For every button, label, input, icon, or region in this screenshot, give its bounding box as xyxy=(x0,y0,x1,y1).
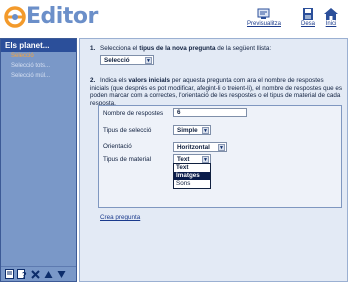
material-type-dropdown: Text Imatges Sons xyxy=(173,163,211,189)
orientation-label: Orientació xyxy=(103,143,132,150)
initial-values-form: Nombre de respostes Tipus de selecció Or… xyxy=(98,105,342,208)
chevron-down-icon: ▼ xyxy=(145,57,152,64)
sidebar-item-selection-multiple[interactable]: Selecció múl... xyxy=(1,72,76,82)
material-option-images[interactable]: Imatges xyxy=(174,172,210,180)
preview-icon xyxy=(257,8,270,19)
material-option-text[interactable]: Text xyxy=(174,164,210,172)
step-1-instruction: 1. Selecciona el tipus de la nova pregunt… xyxy=(90,45,272,52)
step-1-number: 1. xyxy=(90,45,96,52)
delete-icon[interactable] xyxy=(30,269,40,279)
num-answers-input[interactable]: 6 xyxy=(173,108,247,117)
chevron-down-icon: ▼ xyxy=(202,127,209,134)
create-question-link[interactable]: Crea pregunta xyxy=(100,214,140,221)
selection-type-label: Tipus de selecció xyxy=(103,127,152,134)
new-page-icon[interactable] xyxy=(4,269,14,279)
app-logo: Editor xyxy=(4,3,98,31)
home-icon xyxy=(324,8,338,20)
chevron-down-icon: ▼ xyxy=(202,156,209,163)
sidebar-item-selection-all[interactable]: Selecció tots... xyxy=(1,62,76,72)
chevron-down-icon: ▼ xyxy=(218,144,225,151)
preview-button[interactable]: Previsualitza xyxy=(244,8,284,27)
sidebar-title[interactable]: Els planet... xyxy=(1,39,76,52)
material-type-label: Tipus de material xyxy=(103,156,152,163)
save-icon xyxy=(303,8,313,20)
question-editor-panel: 1. Selecciona el tipus de la nova pregunt… xyxy=(79,38,348,282)
num-answers-label: Nombre de respostes xyxy=(103,110,164,117)
question-type-select[interactable]: Selecció ▼ xyxy=(100,55,154,65)
sidebar-item-selection[interactable]: Selecció xyxy=(1,52,76,62)
move-up-icon[interactable] xyxy=(43,269,53,279)
questions-sidebar: Els planet... Selecció Selecció tots... … xyxy=(0,38,77,282)
preview-label: Previsualitza xyxy=(246,21,281,27)
home-button[interactable]: Inici xyxy=(316,8,346,27)
step-2-number: 2. xyxy=(90,77,96,84)
move-down-icon[interactable] xyxy=(56,269,66,279)
orientation-select[interactable]: Horitzontal ▼ xyxy=(173,142,227,152)
selection-type-select[interactable]: Simple ▼ xyxy=(173,125,211,135)
help-icon[interactable]: ? xyxy=(17,269,27,279)
logo-text: Editor xyxy=(26,4,98,29)
sidebar-toolbar: ? xyxy=(1,266,76,281)
home-label: Inici xyxy=(325,21,337,27)
logo-e-icon xyxy=(4,6,26,28)
app-header: Editor Previsualitza Desa Inici xyxy=(0,0,350,36)
material-option-sounds[interactable]: Sons xyxy=(174,180,210,188)
step-2-instruction: 2. Indica els valors inicials per aquesta… xyxy=(90,77,343,107)
svg-text:?: ? xyxy=(22,271,27,279)
